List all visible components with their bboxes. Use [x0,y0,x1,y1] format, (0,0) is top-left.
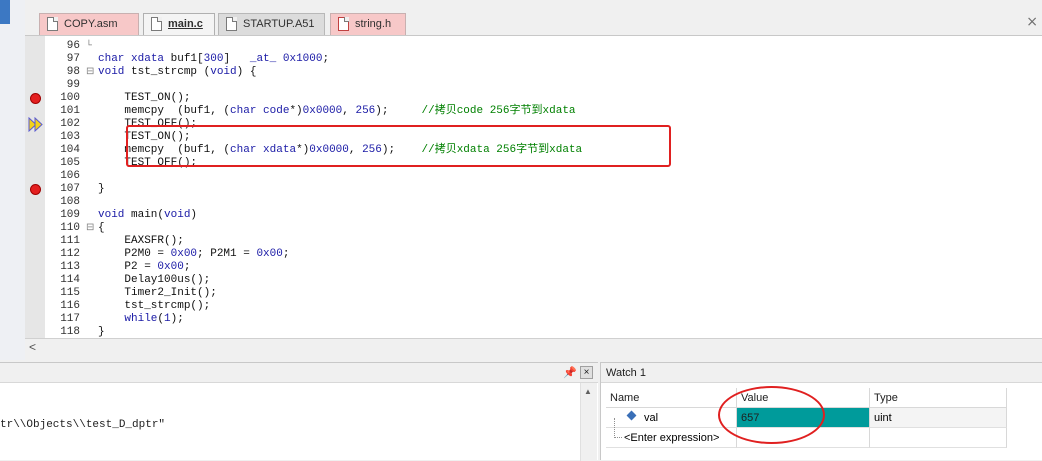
annotation-box [126,125,671,167]
horizontal-scrollbar[interactable]: < [25,338,1042,356]
console-output: tr\\Objects\\test_D_dptr" [0,419,166,431]
line-number: 99 [66,79,80,91]
code-line[interactable]: 108 [25,196,1042,209]
tab-label: main.c [168,18,203,30]
tab-string-h[interactable]: string.h [330,13,406,35]
current-line-arrow-icon [28,117,43,132]
code-line[interactable]: 97 char xdata buf1[300] _at_ 0x1000; [25,53,1042,66]
code-line[interactable]: 98 ⊟ void tst_strcmp (void) { [25,66,1042,79]
line-number: 107 [60,183,80,195]
file-icon [47,17,58,31]
code-text: tst_strcmp(); [98,300,211,312]
line-number: 114 [60,274,80,286]
code-line[interactable]: 99 [25,79,1042,92]
code-text: P2M0 = 0x00; P2M1 = 0x00; [98,248,290,260]
code-text: P2 = 0x00; [98,261,191,273]
breakpoint-icon[interactable] [30,93,41,104]
code-line[interactable]: 116 tst_strcmp(); [25,300,1042,313]
code-text: { [98,222,105,234]
column-type[interactable]: Type [870,388,1007,408]
code-line[interactable]: 111 EAXSFR(); [25,235,1042,248]
line-number: 113 [60,261,80,273]
file-icon [226,17,237,31]
line-number: 115 [60,287,80,299]
code-line[interactable]: 114 Delay100us(); [25,274,1042,287]
tab-label: STARTUP.A51 [243,18,315,30]
breakpoint-icon[interactable] [30,184,41,195]
code-line[interactable]: 101 memcpy (buf1, (char code*)0x0000, 25… [25,105,1042,118]
fold-marker[interactable]: └ [86,40,92,53]
code-text: while(1); [124,313,184,325]
line-number: 102 [60,118,80,130]
code-text: Timer2_Init(); [98,287,217,299]
scroll-up-icon[interactable]: ▲ [584,387,592,396]
file-icon [151,17,162,31]
code-text: TEST_ON(); [98,92,191,104]
tab-label: COPY.asm [64,18,118,30]
enter-expression-type [870,428,1007,448]
code-line[interactable]: 112 P2M0 = 0x00; P2M1 = 0x00; [25,248,1042,261]
variable-icon [626,410,637,421]
line-number: 110 [60,222,80,234]
line-number: 98 [66,66,80,78]
watch-grid: Name Value Type val 657 uint <Enter expr… [606,388,1042,461]
line-number: 96 [66,40,80,52]
tab-startup-a51[interactable]: STARTUP.A51 [218,13,325,35]
fold-marker[interactable]: ⊟ [86,66,94,79]
code-editor[interactable]: 96 └ 97 char xdata buf1[300] _at_ 0x1000; 98… [25,36,1042,338]
file-icon [338,17,349,31]
line-number: 104 [60,144,80,156]
line-number: 101 [60,105,80,117]
line-number: 108 [60,196,80,208]
panel-header: 📌 × [0,363,598,383]
code-text: char xdata buf1[300] _at_ 0x1000; [98,53,330,65]
line-number: 117 [60,313,80,325]
code-line[interactable]: 100 TEST_ON(); [25,92,1042,105]
code-line[interactable]: 110 ⊟ { [25,222,1042,235]
line-number: 103 [60,131,80,143]
code-text: void main(void) [98,209,198,221]
code-text: memcpy (buf1, (char code*)0x0000, 256); … [98,105,576,117]
build-output-panel: 📌 × tr\\Objects\\test_D_dptr" ▲ [0,362,598,461]
line-number: 100 [60,92,80,104]
watch-title: Watch 1 [601,363,1042,383]
fold-marker[interactable]: ⊟ [86,222,94,235]
tree-connector [614,418,622,438]
column-name[interactable]: Name [606,388,737,408]
code-text: } [98,183,105,195]
code-line[interactable]: 109 void main(void) [25,209,1042,222]
code-line[interactable]: 107} [25,183,1042,196]
annotation-ellipse [718,386,825,444]
watch-row-type: uint [870,408,1007,428]
line-number: 97 [66,53,80,65]
close-panel-button[interactable]: × [580,366,593,379]
project-panel-edge [0,0,10,24]
close-icon[interactable]: × [1026,14,1038,30]
tab-main-c[interactable]: main.c [143,13,215,35]
pin-icon[interactable]: 📌 [563,366,577,379]
line-number: 112 [60,248,80,260]
line-number: 109 [60,209,80,221]
enter-expression-field[interactable]: <Enter expression> [606,418,737,448]
editor-tab-bar: COPY.asm main.c STARTUP.A51 string.h × [25,10,1042,36]
code-text: void tst_strcmp (void) { [98,66,257,78]
code-line[interactable]: 96 └ [25,40,1042,53]
code-line[interactable]: 113 P2 = 0x00; [25,261,1042,274]
scroll-left-icon[interactable]: < [29,340,36,354]
line-number: 105 [60,157,80,169]
code-line[interactable]: 117 while(1); [25,313,1042,326]
line-number: 106 [60,170,80,182]
tab-label: string.h [355,18,392,30]
vertical-scrollbar[interactable]: ▲ [580,383,597,461]
line-number: 111 [60,235,80,247]
left-strip [0,0,25,360]
code-line[interactable]: 115 Timer2_Init(); [25,287,1042,300]
code-line[interactable]: 106 [25,170,1042,183]
code-text: Delay100us(); [98,274,211,286]
watch-var-name: val [644,412,659,424]
tab-copy-asm[interactable]: COPY.asm [39,13,139,35]
line-number: 116 [60,300,80,312]
enter-expression-label: <Enter expression> [624,432,720,444]
code-text: EAXSFR(); [98,235,184,247]
